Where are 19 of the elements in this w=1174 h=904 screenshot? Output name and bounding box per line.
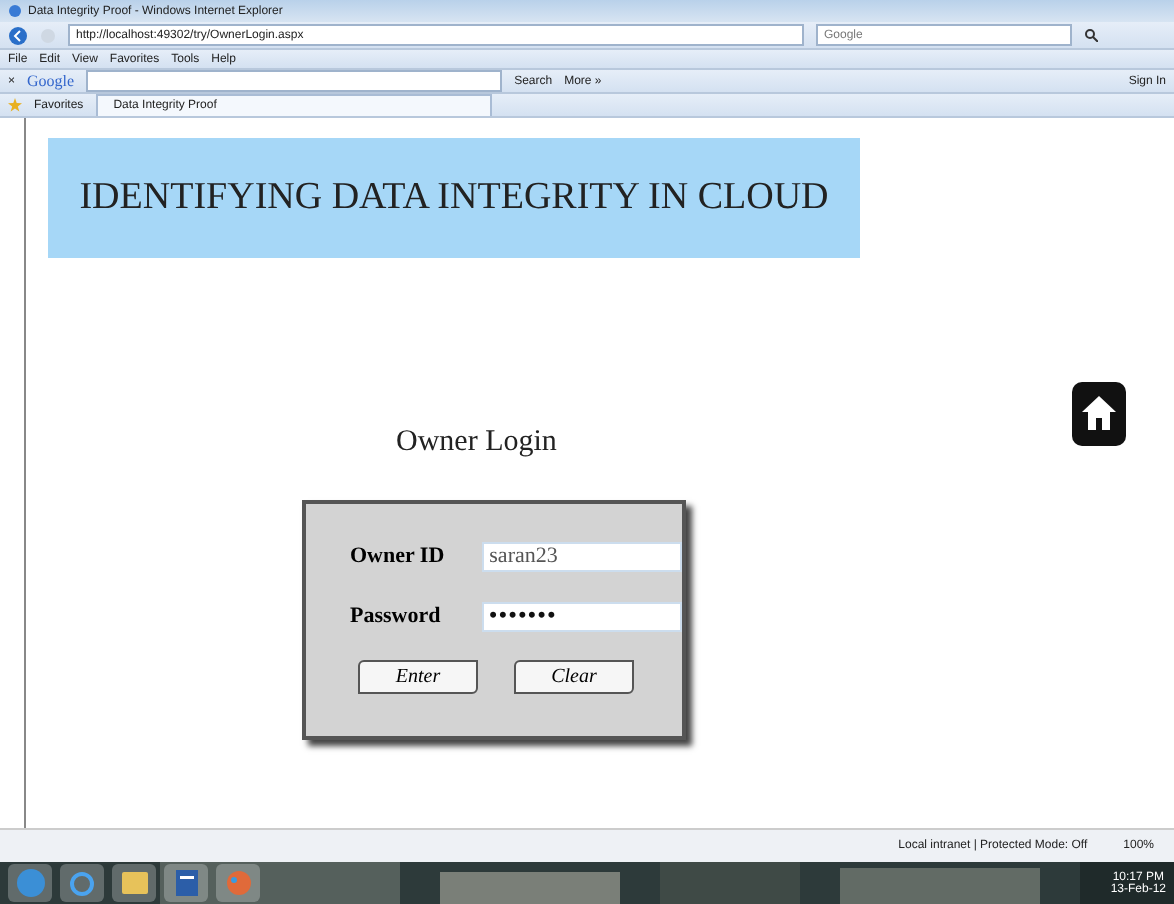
- search-icon[interactable]: [1084, 28, 1098, 42]
- folder-taskbar-icon[interactable]: [112, 864, 156, 902]
- password-field[interactable]: •••••••: [481, 601, 682, 631]
- start-button[interactable]: [8, 864, 52, 902]
- browser-taskbar-icon[interactable]: [60, 864, 104, 902]
- home-icon[interactable]: [1072, 382, 1126, 446]
- toolbar-logo: Google: [27, 72, 75, 90]
- star-icon: [8, 98, 22, 112]
- enter-button[interactable]: Enter: [358, 660, 478, 695]
- login-heading: Owner Login: [396, 426, 557, 460]
- page-banner: IDENTIFYING DATA INTEGRITY IN CLOUD: [48, 138, 860, 258]
- toolbar-search-field[interactable]: [86, 70, 503, 92]
- field-label: Password: [350, 604, 443, 628]
- back-icon[interactable]: [8, 25, 28, 45]
- document-taskbar-icon[interactable]: [164, 864, 208, 902]
- input-field[interactable]: saran23: [481, 541, 682, 572]
- field-label: Owner ID: [350, 544, 447, 569]
- clear-button[interactable]: Clear: [514, 660, 634, 695]
- browser-logo-icon: [8, 4, 22, 18]
